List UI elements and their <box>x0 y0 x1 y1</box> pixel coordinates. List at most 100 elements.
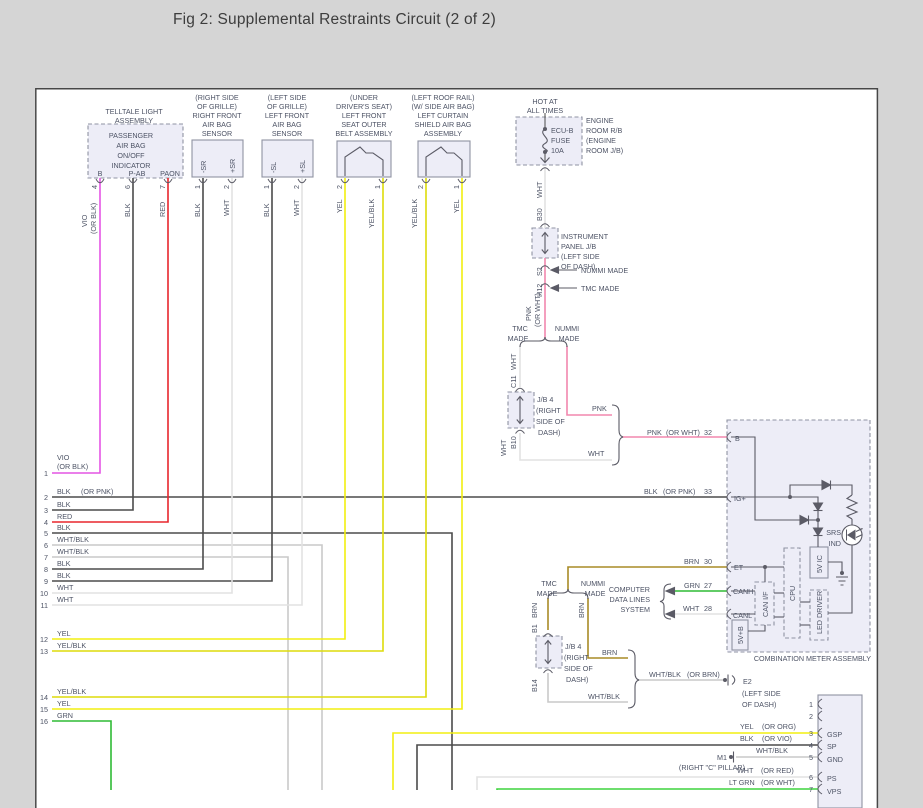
diagram-label: AIR BAG <box>202 120 232 129</box>
diagram-label: YEL/BLK <box>57 641 86 650</box>
diagram-label: PNK <box>524 306 533 321</box>
diagram-label: (OR BLK) <box>89 203 98 234</box>
diagram-label: 3 <box>809 729 813 738</box>
diagram-label: GND <box>827 755 843 764</box>
diagram-label: FUSE <box>551 136 570 145</box>
junction-dot <box>788 495 792 499</box>
diagram-label: 1 <box>193 185 202 189</box>
diagram-label: 7 <box>44 553 48 562</box>
diagram-label: J/B 4 <box>537 395 553 404</box>
diagram-label: 10A <box>551 146 564 155</box>
diagram-label: PNK <box>647 428 662 437</box>
diagram-label: YEL/BLK <box>410 199 419 228</box>
diagram-label: BRN <box>577 603 586 618</box>
diagram-label: BLK <box>57 571 71 580</box>
diagram-label: 2 <box>809 712 813 721</box>
diagram-label: 8 <box>44 565 48 574</box>
junction-dot <box>723 678 727 682</box>
diagram-label: (OR WHT) <box>666 428 700 437</box>
diagram-label: BLK <box>57 500 71 509</box>
diagram-label: NUMMI <box>555 324 579 333</box>
diagram-label: 1 <box>452 185 461 189</box>
diagram-label: 30 <box>704 557 712 566</box>
diagram-label: 15 <box>40 705 48 714</box>
diagram-label: ROOM R/B <box>586 126 623 135</box>
diagram-label: IG+ <box>734 494 746 503</box>
diagram-label: E2 <box>743 677 752 686</box>
diagram-label: DASH) <box>538 428 560 437</box>
diagram-label: OF DASH) <box>742 700 776 709</box>
diagram-label: WHT <box>588 449 605 458</box>
diagram-label: 4 <box>90 185 99 189</box>
diagram-label: BLK <box>193 203 202 217</box>
diagram-label: SEAT OUTER <box>341 120 386 129</box>
diagram-label: YEL <box>335 199 344 213</box>
diagram-label: 14 <box>40 693 48 702</box>
diagram-label: (LEFT SIDE <box>561 252 600 261</box>
diagram-label: YEL <box>740 722 754 731</box>
diagram-label: 4 <box>44 518 48 527</box>
junction-dot <box>816 518 820 522</box>
diagram-label: (RIGHT SIDE <box>195 93 239 102</box>
diagram-label: 6 <box>809 773 813 782</box>
diagram-label: GSP <box>827 730 842 739</box>
diagram-label: 16 <box>40 717 48 726</box>
diagram-label: 27 <box>704 581 712 590</box>
diagram-label: SIDE OF <box>564 664 593 673</box>
diagram-label: PS <box>827 774 837 783</box>
diagram-label: (RIGHT <box>536 406 561 415</box>
diagram-label: (OR PNK) <box>663 487 695 496</box>
jb4-lower-box <box>536 636 562 668</box>
diagram-label: B <box>98 169 103 178</box>
diagram-label: OF GRILLE) <box>197 102 237 111</box>
diagram-label: 4 <box>809 741 813 750</box>
diagram-label: BLK <box>262 203 271 217</box>
diagram-label: MADE <box>559 334 580 343</box>
diagram-label: (LEFT SIDE <box>268 93 307 102</box>
diagram-label: B1 <box>530 624 539 633</box>
diagram-label: LED DRIVER <box>815 591 824 634</box>
diagram-label: 1 <box>373 185 382 189</box>
diagram-label: YEL <box>57 699 71 708</box>
diagram-label: SIDE OF <box>536 417 565 426</box>
diagram-label: OF GRILLE) <box>267 102 307 111</box>
diagram-label: WHT <box>57 583 74 592</box>
diagram-label: WHT/BLK <box>57 547 89 556</box>
diagram-label: 5V+B <box>736 626 745 644</box>
diagram-label: YEL <box>57 629 71 638</box>
junction-dot <box>543 127 547 131</box>
diagram-label: (OR BLK) <box>57 462 88 471</box>
diagram-label: ASSEMBLY <box>424 129 462 138</box>
diagram-label: 5V IC <box>815 555 824 573</box>
diagram-label: 2 <box>416 185 425 189</box>
diagram-label: (RIGHT <box>564 653 589 662</box>
diagram-label: ASSEMBLY <box>115 116 153 125</box>
diagram-label: WHT/BLK <box>756 746 788 755</box>
diagram-label: LEFT CURTAIN <box>418 111 469 120</box>
diagram-label: WHT <box>499 439 508 456</box>
diagram-label: INSTRUMENT <box>561 232 609 241</box>
diagram-label: SYSTEM <box>620 605 650 614</box>
diagram-label: 7 <box>809 785 813 794</box>
diagram-label: -SL <box>269 162 278 173</box>
diagram-label: TMC <box>541 579 557 588</box>
diagram-label: GRN <box>684 581 700 590</box>
diagram-label: WHT/BLK <box>649 670 681 679</box>
diagram-label: (W/ SIDE AIR BAG) <box>411 102 474 111</box>
diagram-label: 32 <box>704 428 712 437</box>
diagram-label: HOT AT <box>532 97 558 106</box>
diagram-label: IND <box>829 539 841 548</box>
diagram-label: 28 <box>704 604 712 613</box>
diagram-label: RED <box>158 202 167 217</box>
diagram-label: SENSOR <box>272 129 302 138</box>
diagram-label: WHT <box>737 766 754 775</box>
diagram-label: WHT <box>509 353 518 370</box>
diagram-label: DATA LINES <box>610 595 651 604</box>
diagram-label: ET <box>734 563 744 572</box>
diagram-label: 12 <box>40 635 48 644</box>
diagram-label: BRN <box>684 557 699 566</box>
diagram-label: BLK <box>57 559 71 568</box>
diagram-label: COMPUTER <box>609 585 650 594</box>
diagram-label: DASH) <box>566 675 588 684</box>
diagram-label: M1 <box>717 753 727 762</box>
